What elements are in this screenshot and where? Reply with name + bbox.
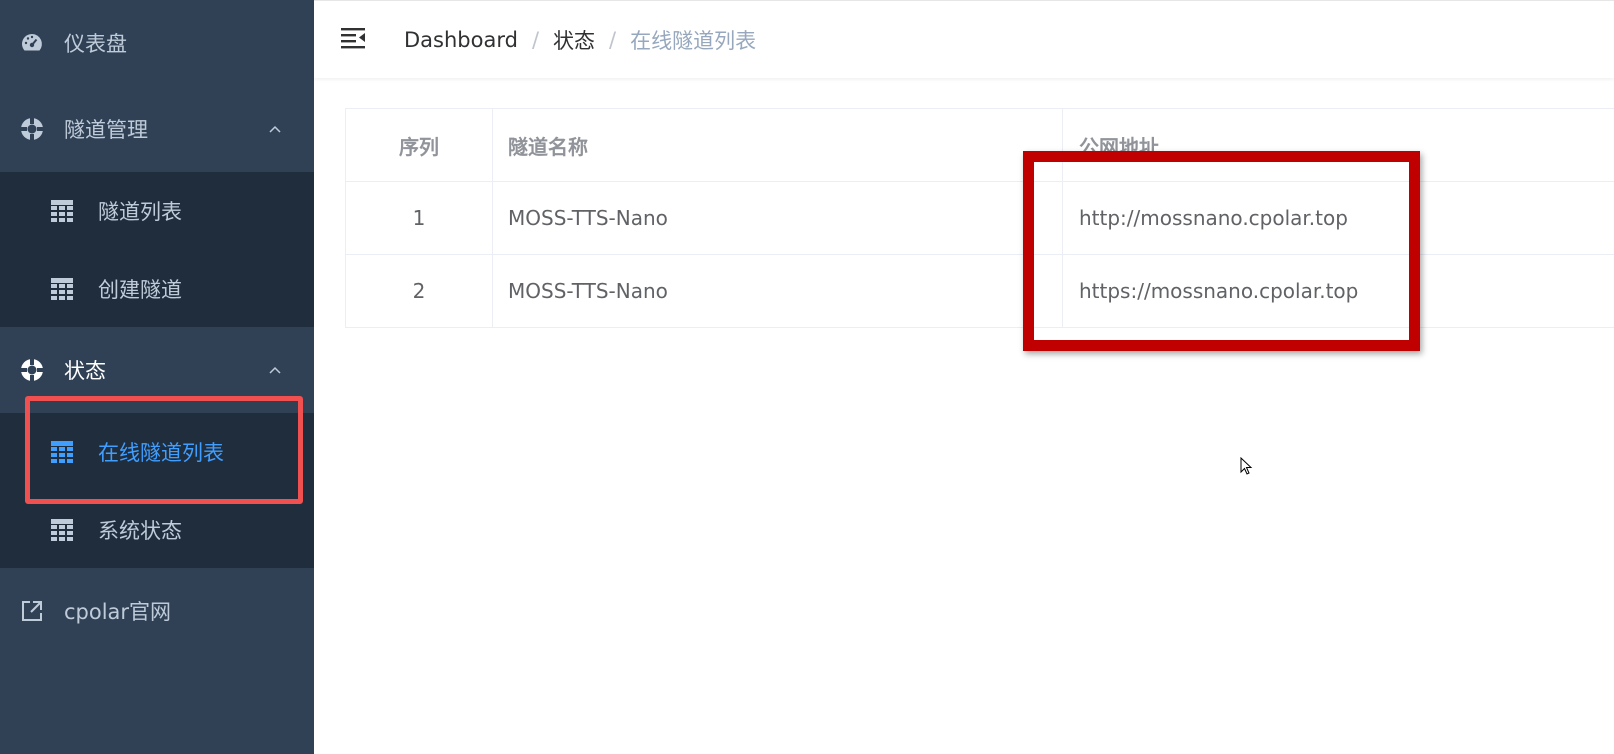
table-row: 2 MOSS-TTS-Nano https://mossnano.cpolar.…: [346, 255, 1614, 328]
sidebar-item-system-status[interactable]: 系统状态: [0, 491, 314, 569]
grid-icon: [51, 278, 73, 300]
grid-icon: [51, 200, 73, 222]
sidebar-item-tunnel-list[interactable]: 隧道列表: [0, 172, 314, 250]
table-row: 1 MOSS-TTS-Nano http://mossnano.cpolar.t…: [346, 182, 1614, 255]
table-header-row: 序列 隧道名称 公网地址: [346, 109, 1614, 182]
sidebar-item-label: 隧道列表: [98, 200, 182, 224]
breadcrumb-dashboard[interactable]: Dashboard: [404, 28, 518, 52]
tunnel-manage-icon: [21, 118, 43, 140]
online-tunnel-table: 序列 隧道名称 公网地址 1 MOSS-TTS-Nano http://moss…: [345, 108, 1614, 328]
navbar: Dashboard / 状态 / 在线隧道列表: [314, 0, 1614, 78]
hamburger-fold-icon[interactable]: [340, 25, 366, 51]
sidebar-item-online-tunnels[interactable]: 在线隧道列表: [0, 413, 314, 491]
column-header-public-url: 公网地址: [1079, 134, 1159, 159]
sidebar-item-status[interactable]: 状态: [0, 327, 314, 413]
breadcrumb: Dashboard / 状态 / 在线隧道列表: [404, 25, 756, 55]
grid-icon: [51, 441, 73, 463]
cell-tunnel-name: MOSS-TTS-Nano: [493, 255, 1063, 327]
cell-tunnel-name: MOSS-TTS-Nano: [493, 182, 1063, 254]
cell-index: 1: [346, 182, 493, 254]
breadcrumb-separator: /: [609, 28, 617, 52]
cell-public-url[interactable]: http://mossnano.cpolar.top: [1063, 182, 1614, 254]
breadcrumb-separator: /: [531, 28, 540, 52]
cell-index: 2: [346, 255, 493, 327]
grid-icon: [51, 519, 73, 541]
sidebar-item-label: 系统状态: [98, 519, 182, 543]
dashboard-icon: [22, 34, 42, 51]
chevron-up-icon: [269, 125, 281, 133]
sidebar-item-dashboard[interactable]: 仪表盘: [0, 0, 314, 86]
cell-public-url[interactable]: https://mossnano.cpolar.top: [1063, 255, 1614, 327]
sidebar-item-cpolar-site[interactable]: cpolar官网: [0, 568, 314, 654]
breadcrumb-current: 在线隧道列表: [630, 29, 757, 53]
external-link-icon: [22, 601, 42, 621]
sidebar-item-tunnel-manage[interactable]: 隧道管理: [0, 86, 314, 172]
sidebar: 仪表盘 隧道管理 隧道列表 创建隧道 状态 在线隧道列表 系统状态 cpolar…: [0, 0, 314, 754]
status-icon: [21, 359, 43, 381]
sidebar-item-label: 在线隧道列表: [98, 441, 224, 465]
sidebar-item-label: 状态: [64, 359, 106, 383]
sidebar-item-create-tunnel[interactable]: 创建隧道: [0, 250, 314, 328]
chevron-up-icon: [269, 366, 281, 374]
column-header-index: 序列: [346, 109, 493, 181]
column-header-name: 隧道名称: [493, 109, 1063, 181]
sidebar-item-label: 创建隧道: [98, 278, 182, 302]
mouse-cursor-icon: [1240, 457, 1253, 475]
sidebar-item-label: 隧道管理: [64, 118, 148, 142]
breadcrumb-status[interactable]: 状态: [553, 25, 595, 55]
sidebar-item-label: 仪表盘: [64, 32, 127, 56]
sidebar-item-label: cpolar官网: [64, 600, 172, 624]
